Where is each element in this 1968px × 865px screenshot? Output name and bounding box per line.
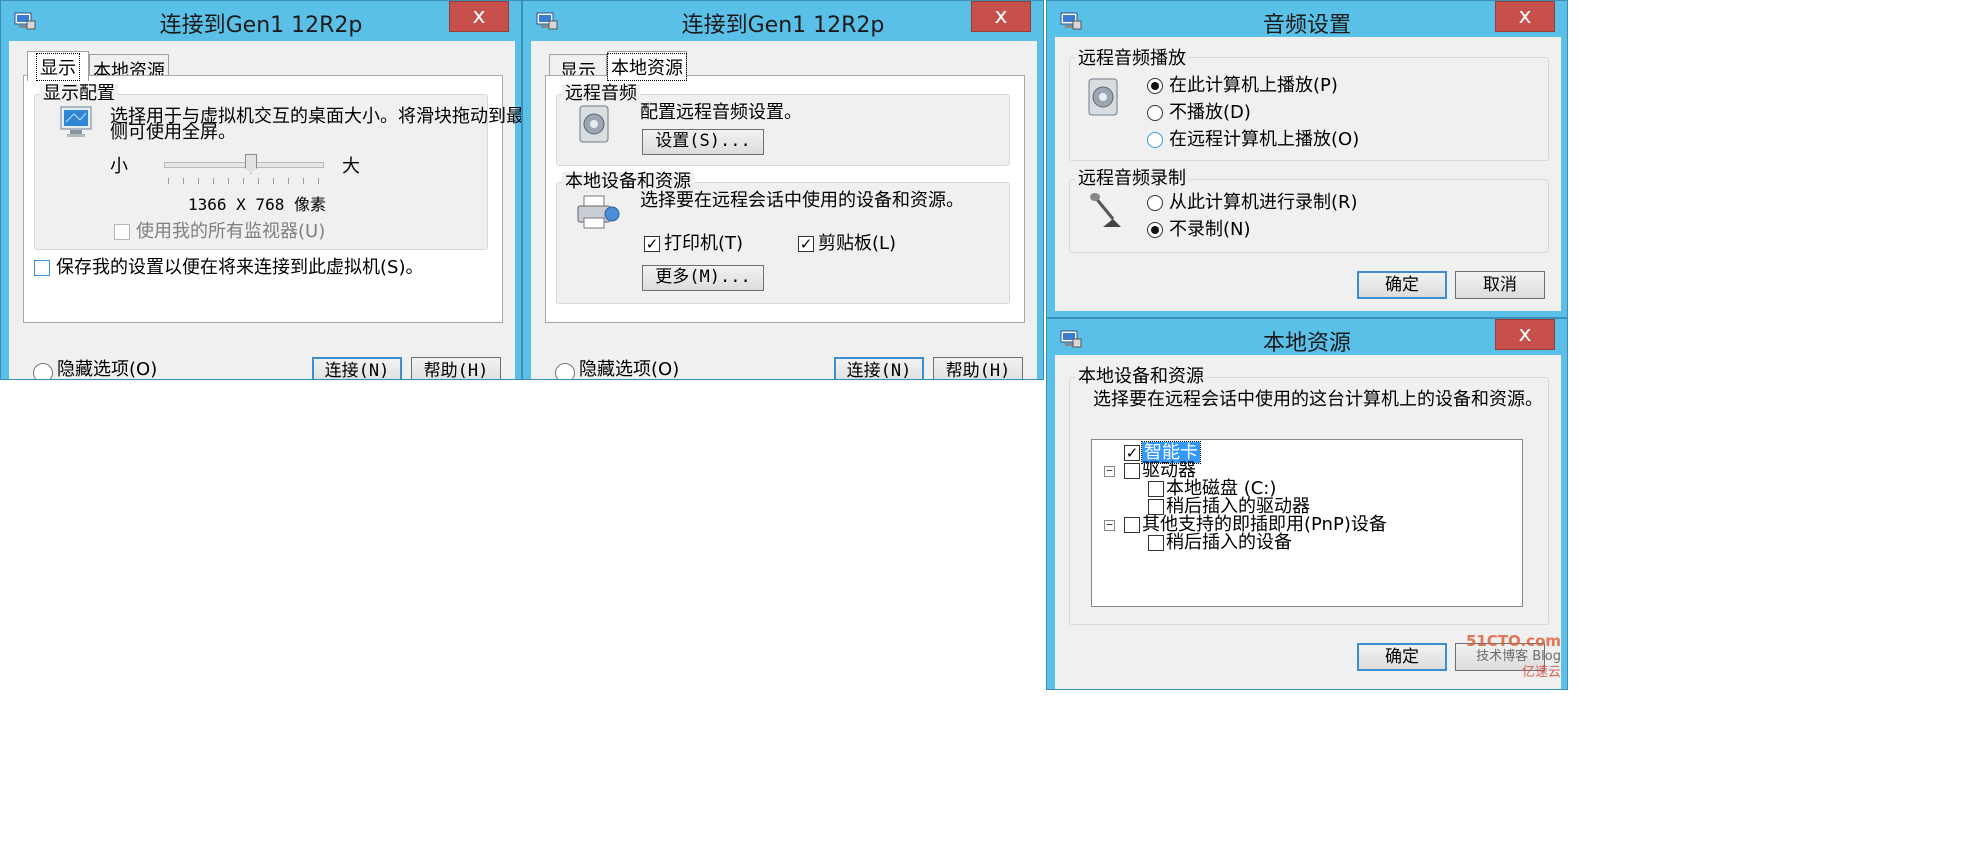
slider-thumb[interactable]	[245, 154, 257, 174]
client-area: 本地设备和资源 选择要在远程会话中使用的这台计算机上的设备和资源。 ✓ 智能卡 …	[1055, 355, 1561, 689]
speaker-icon	[1088, 78, 1118, 116]
play-here-radio[interactable]	[1147, 78, 1163, 94]
hide-options-label[interactable]: 隐藏选项(O)	[579, 359, 679, 379]
audio-settings-window: 音频设置 x 远程音频播放 在此计算机上播放(P) 不播放(D) 在远程计算机上…	[1046, 0, 1568, 318]
hide-options-label[interactable]: 隐藏选项(O)	[57, 359, 157, 379]
connect-button[interactable]: 连接(N)	[834, 357, 924, 379]
watermark-line1: 51CTO.com	[1465, 632, 1561, 650]
help-button[interactable]: 帮助(H)	[933, 357, 1023, 379]
slider-ticks	[168, 178, 320, 184]
drives-collapse-icon[interactable]: −	[1104, 465, 1115, 477]
recording-group	[1069, 179, 1549, 253]
no-play-radio[interactable]	[1147, 105, 1163, 121]
ok-button[interactable]: 确定	[1357, 271, 1447, 299]
no-play-label: 不播放(D)	[1169, 102, 1251, 123]
connect-button[interactable]: 连接(N)	[312, 357, 402, 379]
size-slider[interactable]	[164, 154, 324, 186]
help-button[interactable]: 帮助(H)	[411, 357, 501, 379]
client-area: 远程音频播放 在此计算机上播放(P) 不播放(D) 在远程计算机上播放(O) 远…	[1055, 37, 1561, 311]
tab-display[interactable]: 显示	[27, 51, 89, 81]
close-button[interactable]: x	[971, 1, 1031, 32]
hide-options-icon[interactable]	[33, 363, 53, 379]
local-resources-window: 本地资源 x 本地设备和资源 选择要在远程会话中使用的这台计算机上的设备和资源。…	[1046, 318, 1568, 690]
drives-checkbox[interactable]	[1124, 463, 1140, 479]
pnp-checkbox[interactable]	[1124, 517, 1140, 533]
connect-window-display: 连接到Gen1 12R2p x 显示 本地资源 显示配置 选择用于与虚拟机交互的…	[0, 0, 522, 380]
remote-audio-label: 远程音频	[562, 84, 640, 104]
tab-local-resources[interactable]: 本地资源	[607, 51, 687, 81]
tab-display-label: 显示	[36, 53, 80, 81]
local-devices-desc: 选择要在远程会话中使用的设备和资源。	[640, 190, 964, 211]
client-area: 显示 本地资源 显示配置 选择用于与虚拟机交互的桌面大小。将滑块拖动到最右 侧可…	[9, 41, 521, 379]
local-disk-checkbox[interactable]	[1148, 481, 1164, 497]
play-remote-radio[interactable]	[1147, 132, 1163, 148]
window-title: 音频设置	[1262, 13, 1351, 38]
more-button[interactable]: 更多(M)...	[642, 265, 764, 291]
remote-audio-desc: 配置远程音频设置。	[640, 102, 802, 123]
tab-panel: 显示配置 选择用于与虚拟机交互的桌面大小。将滑块拖动到最右 侧可使用全屏。 小 …	[23, 75, 521, 323]
record-here-radio[interactable]	[1147, 195, 1163, 211]
close-button[interactable]: x	[449, 1, 509, 32]
smart-card-checkbox[interactable]: ✓	[1124, 445, 1140, 461]
use-all-monitors-checkbox[interactable]	[114, 224, 130, 240]
no-record-label: 不录制(N)	[1169, 219, 1251, 240]
audio-settings-button[interactable]: 设置(S)...	[642, 129, 764, 155]
later-devices-checkbox[interactable]	[1148, 535, 1164, 551]
later-devices-label: 稍后插入的设备	[1166, 532, 1292, 553]
window-title: 连接到Gen1 12R2p	[159, 13, 363, 38]
window-title: 连接到Gen1 12R2p	[681, 13, 885, 38]
close-button[interactable]: x	[1495, 319, 1555, 350]
clipboard-checkbox[interactable]: ✓	[798, 236, 814, 252]
watermark-line3: 亿速云	[1521, 665, 1561, 680]
play-remote-label: 在远程计算机上播放(O)	[1169, 129, 1360, 150]
slider-max-label: 大	[342, 156, 360, 177]
window-title: 本地资源	[1262, 331, 1351, 356]
title-bar[interactable]: 连接到Gen1 12R2p x	[523, 1, 1043, 45]
connect-window-local-resources: 连接到Gen1 12R2p x 显示 本地资源 远程音频 配置远程音频设置。 设…	[522, 0, 1044, 380]
local-devices-label: 本地设备和资源	[562, 172, 694, 192]
save-settings-label: 保存我的设置以便在将来连接到此虚拟机(S)。	[56, 257, 424, 278]
play-here-label: 在此计算机上播放(P)	[1169, 75, 1338, 96]
client-area: 显示 本地资源 远程音频 配置远程音频设置。 设置(S)... 本地设备和资源 …	[531, 41, 1037, 379]
ok-button[interactable]: 确定	[1357, 643, 1447, 671]
printer-label: 打印机(T)	[664, 233, 744, 254]
tab-panel: 远程音频 配置远程音频设置。 设置(S)... 本地设备和资源 选择要在远程会话…	[545, 75, 1025, 323]
printer-icon	[577, 195, 620, 229]
local-devices-label: 本地设备和资源	[1075, 367, 1207, 387]
display-desc-line2: 侧可使用全屏。	[110, 122, 236, 143]
playback-label: 远程音频播放	[1075, 49, 1189, 69]
slider-track	[164, 162, 324, 168]
title-bar[interactable]: 连接到Gen1 12R2p x	[1, 1, 521, 45]
display-config-label: 显示配置	[40, 84, 118, 104]
pnp-collapse-icon[interactable]: −	[1104, 519, 1115, 531]
printer-checkbox[interactable]: ✓	[644, 236, 660, 252]
slider-min-label: 小	[110, 156, 128, 177]
cancel-button[interactable]: 取消	[1455, 271, 1545, 299]
watermark-logo: 51CTO.com 技术博客 Blog 亿速云	[1457, 633, 1561, 687]
clipboard-label: 剪贴板(L)	[818, 233, 897, 254]
save-settings-checkbox[interactable]	[34, 260, 50, 276]
close-button[interactable]: x	[1495, 1, 1555, 32]
resolution-label: 1366 X 768 像素	[188, 195, 326, 214]
monitor-icon	[60, 106, 92, 137]
watermark-line2: 技术博客 Blog	[1476, 649, 1561, 664]
use-all-monitors-label: 使用我的所有监视器(U)	[136, 221, 326, 242]
recording-label: 远程音频录制	[1075, 169, 1189, 189]
hide-options-icon[interactable]	[555, 363, 575, 379]
no-record-radio[interactable]	[1147, 222, 1163, 238]
device-tree[interactable]: ✓ 智能卡 − 驱动器 本地磁盘 (C:) 稍后插入的驱动器 − 其他支持的即插…	[1091, 439, 1523, 607]
tab-local-label: 本地资源	[607, 53, 687, 81]
later-drives-checkbox[interactable]	[1148, 499, 1164, 515]
speaker-icon	[579, 105, 609, 143]
local-devices-desc: 选择要在远程会话中使用的这台计算机上的设备和资源。	[1093, 389, 1543, 410]
microphone-icon	[1090, 193, 1121, 227]
record-here-label: 从此计算机进行录制(R)	[1169, 192, 1358, 213]
